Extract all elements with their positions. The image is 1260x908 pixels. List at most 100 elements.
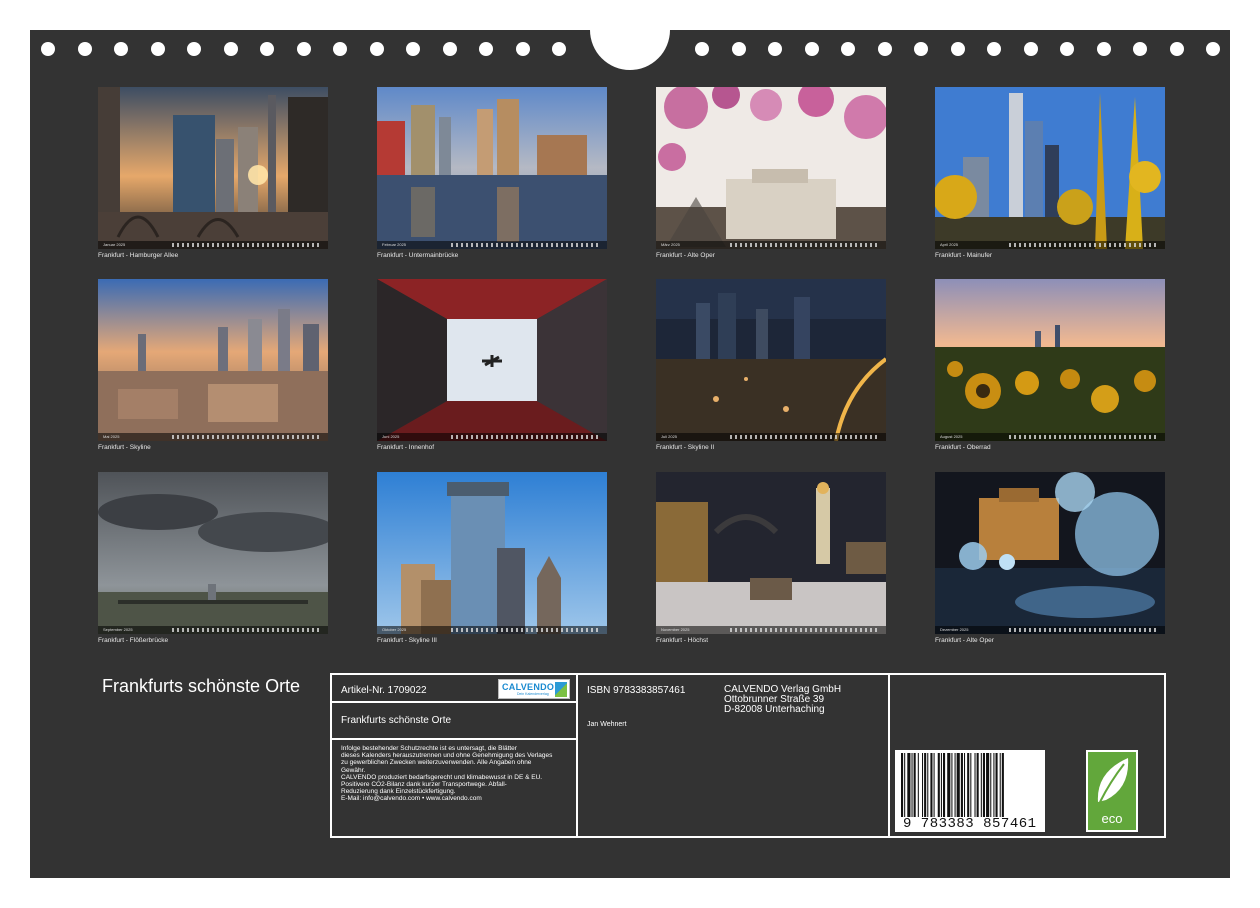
binding-hole xyxy=(1206,42,1220,56)
photo-thumbnail: Oktober 2025 xyxy=(377,472,607,634)
barcode-bar xyxy=(980,753,982,817)
barcode-number: 9 783383 857461 xyxy=(903,816,1037,832)
barcode-bar xyxy=(917,753,919,817)
photo-thumbnail: Februar 2025 xyxy=(377,87,607,249)
binding-hole xyxy=(333,42,347,56)
month-label: März 2025 xyxy=(661,242,680,247)
photo-caption: Frankfurt - Hamburger Allee xyxy=(98,252,179,259)
barcode-bar xyxy=(933,753,935,817)
barcode-bar xyxy=(924,753,927,817)
barcode-bar xyxy=(937,753,940,817)
photo-caption: Frankfurt - Alte Oper xyxy=(656,252,715,259)
barcode-bar xyxy=(982,753,985,817)
photo-tile[interactable]: September 2025 Frankfurt - Flößerbrücke xyxy=(98,472,328,644)
barcode-bar xyxy=(964,753,966,817)
photo-tile[interactable]: November 2025 Frankfurt - Höchst xyxy=(656,472,886,644)
calendar-strip: Februar 2025 xyxy=(377,241,607,249)
photo-caption: Frankfurt - Flößerbrücke xyxy=(98,637,169,644)
calendar-strip: April 2025 xyxy=(935,241,1165,249)
month-label: November 2025 xyxy=(661,627,690,632)
binding-hole xyxy=(260,42,274,56)
photo-caption: Frankfurt - Skyline II xyxy=(656,444,715,451)
binding-hole xyxy=(914,42,928,56)
barcode-bar xyxy=(995,753,998,817)
photo-tile[interactable]: Oktober 2025 Frankfurt - Skyline III xyxy=(377,472,607,644)
photo-thumbnail: August 2025 xyxy=(935,279,1165,441)
barcode-bar xyxy=(940,753,942,817)
photo-caption: Frankfurt - Alte Oper xyxy=(935,637,994,644)
month-label: Januar 2025 xyxy=(103,242,126,247)
calendar-title: Frankfurts schönste Orte xyxy=(102,676,301,696)
barcode-bar xyxy=(960,753,963,817)
photo-tile[interactable]: Februar 2025 Frankfurt - Untermainbrücke xyxy=(377,87,607,259)
calendar-strip: Mai 2025 xyxy=(98,433,328,441)
barcode-bar xyxy=(911,753,913,817)
barcode-bar xyxy=(954,753,956,817)
binding-hole xyxy=(1133,42,1147,56)
month-label: Oktober 2025 xyxy=(382,627,407,632)
calendar-strip: Januar 2025 xyxy=(98,241,328,249)
calvendo-logo: CALVENDO Dein Kalenderverlag xyxy=(498,679,570,699)
photo-caption: Frankfurt - Höchst xyxy=(656,637,709,644)
barcode-bar xyxy=(970,753,972,817)
article-number: Artikel-Nr. 1709022 xyxy=(341,685,427,696)
photo-tile[interactable]: Januar 2025 Frankfurt - Hamburger Allee xyxy=(98,87,328,259)
isbn: ISBN 9783383857461 xyxy=(587,685,686,696)
binding-hole xyxy=(731,42,746,56)
binding-hole xyxy=(804,42,819,56)
photo-caption: Frankfurt - Untermainbrücke xyxy=(377,252,459,259)
binding-hole xyxy=(223,42,238,56)
photo-tile[interactable]: Dezember 2025 Frankfurt - Alte Oper xyxy=(935,472,1165,644)
barcode-bar xyxy=(913,753,916,817)
barcode-bar xyxy=(930,753,933,817)
photo-tile[interactable]: Juli 2025 Frankfurt - Skyline II xyxy=(656,279,886,451)
binding-hole xyxy=(841,42,855,56)
binding-hole xyxy=(1060,42,1074,56)
barcode-bar xyxy=(990,753,992,817)
photo-tile[interactable]: August 2025 Frankfurt - Oberrad xyxy=(935,279,1165,451)
photo-tile[interactable]: Juni 2025 Frankfurt - Innenhof xyxy=(377,279,607,451)
month-label: April 2025 xyxy=(940,242,959,247)
photo-caption: Frankfurt - Mainufer xyxy=(935,252,993,259)
binding-hole xyxy=(77,42,92,56)
calendar-strip: Dezember 2025 xyxy=(935,626,1165,634)
info-box: Artikel-Nr. 1709022 CALVENDO Dein Kalend… xyxy=(330,673,1166,838)
barcode-bar xyxy=(1001,753,1004,817)
calendar-strip: November 2025 xyxy=(656,626,886,634)
binding-hole xyxy=(442,42,457,56)
barcode-bar xyxy=(956,753,960,817)
binding-hole xyxy=(515,42,530,56)
calendar-strip: Juli 2025 xyxy=(656,433,886,441)
calendar-strip: März 2025 xyxy=(656,241,886,249)
isbn-barcode: 9 783383 857461 xyxy=(895,750,1045,832)
binding-hole xyxy=(695,42,709,56)
binding-hole xyxy=(41,42,55,56)
photo-thumbnail: März 2025 xyxy=(656,87,886,249)
month-label: September 2025 xyxy=(103,627,133,632)
month-label: August 2025 xyxy=(940,434,963,439)
photo-thumbnail: Juni 2025 xyxy=(377,279,607,441)
photo-tile[interactable]: Mai 2025 Frankfurt - Skyline xyxy=(98,279,328,451)
barcode-bar xyxy=(947,753,951,817)
photo-tile[interactable]: April 2025 Frankfurt - Mainufer xyxy=(935,87,1165,259)
leaf-icon xyxy=(1097,758,1129,803)
binding-hole xyxy=(296,42,311,56)
calendar-strip: August 2025 xyxy=(935,433,1165,441)
month-label: Juni 2025 xyxy=(382,434,400,439)
photo-thumbnail: Mai 2025 xyxy=(98,279,328,441)
barcode-bar xyxy=(999,753,1001,817)
month-label: Dezember 2025 xyxy=(940,627,969,632)
binding-hole xyxy=(369,42,384,56)
binding-hole xyxy=(950,42,965,56)
photo-tile[interactable]: März 2025 Frankfurt - Alte Oper xyxy=(656,87,886,259)
month-label: Juli 2025 xyxy=(661,434,678,439)
legal-notice: Infolge bestehender Schutzrechte ist es … xyxy=(341,745,553,803)
barcode-bar xyxy=(901,753,904,817)
photo-caption: Frankfurt - Innenhof xyxy=(377,444,435,451)
month-label: Februar 2025 xyxy=(382,242,407,247)
barcode-bar xyxy=(904,753,906,817)
photo-thumbnail: November 2025 xyxy=(656,472,886,634)
binding-hole xyxy=(877,42,892,56)
binding-hole xyxy=(552,42,566,56)
calendar-strip: Juni 2025 xyxy=(377,433,607,441)
